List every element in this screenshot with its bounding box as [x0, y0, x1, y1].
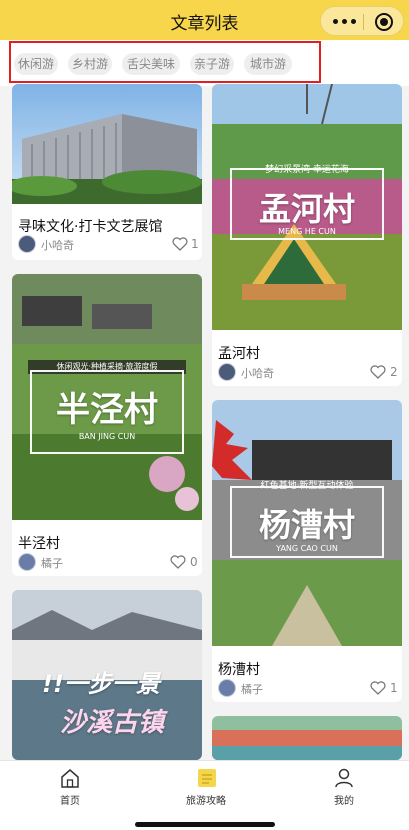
image-pinyin: MENG HE CUN	[278, 227, 336, 236]
article-title: 寻味文化·打卡文艺展馆	[18, 219, 163, 235]
article-author: 小哈奇	[41, 239, 74, 252]
user-icon	[335, 768, 353, 788]
article-card[interactable]: 寻味文化·打卡文艺展馆 小哈奇 1	[12, 84, 202, 260]
heart-icon[interactable]	[370, 681, 386, 695]
more-icon[interactable]	[333, 19, 357, 25]
article-image: 梦幻采景湾·幸运花海 孟河村 MENG HE CUN	[212, 84, 402, 330]
category-bar: 休闲游 乡村游 舌尖美味 亲子游 城市游	[0, 40, 409, 86]
nav-mine-label: 我的	[334, 796, 354, 807]
category-highlight-box	[9, 41, 321, 83]
article-author: 橘子	[241, 683, 263, 696]
mini-program-capsule	[320, 6, 404, 36]
article-image: 休闲观光·种植采摘·旅游度假 半泾村 BAN JING CUN	[12, 274, 202, 520]
article-image: !!一步一景 沙溪古镇	[12, 590, 202, 760]
heart-icon[interactable]	[172, 237, 188, 251]
article-title: 半泾村	[18, 536, 60, 552]
home-icon	[61, 769, 79, 788]
nav-home-label: 首页	[60, 796, 80, 807]
like-count: 2	[390, 365, 398, 379]
like-count: 1	[390, 681, 398, 695]
image-pinyin: YANG CAO CUN	[276, 544, 338, 553]
heart-icon[interactable]	[170, 555, 186, 569]
avatar	[218, 363, 236, 381]
article-image	[12, 84, 202, 204]
article-card[interactable]: !!一步一景 沙溪古镇	[12, 590, 202, 760]
nav-guide[interactable]: 旅游攻略	[138, 761, 274, 817]
article-card[interactable]	[212, 716, 402, 760]
article-title: 杨漕村	[218, 662, 260, 678]
image-town-name: 沙溪古镇	[59, 708, 164, 738]
avatar	[218, 679, 236, 697]
like-count: 1	[191, 237, 199, 251]
article-author: 橘子	[41, 557, 63, 570]
close-target-icon[interactable]	[375, 13, 393, 31]
heart-icon[interactable]	[370, 365, 386, 379]
image-village-name: 半泾村	[56, 390, 158, 430]
image-village-name: 杨漕村	[258, 506, 355, 544]
home-indicator	[135, 822, 275, 827]
article-card[interactable]: 红色基地·新型互动体验 杨漕村 YANG CAO CUN 杨漕村 橘子 1	[212, 400, 402, 702]
article-author: 小哈奇	[241, 367, 274, 380]
nav-guide-label: 旅游攻略	[186, 796, 226, 807]
article-card[interactable]: 休闲观光·种植采摘·旅游度假 半泾村 BAN JING CUN 半泾村 橘子 0	[12, 274, 202, 576]
nav-mine[interactable]: 我的	[276, 761, 409, 817]
bottom-navigation: 首页 旅游攻略 我的	[0, 760, 409, 830]
avatar	[18, 553, 36, 571]
article-image: 红色基地·新型互动体验 杨漕村 YANG CAO CUN	[212, 400, 402, 646]
like-count: 0	[190, 555, 198, 569]
avatar	[18, 235, 36, 253]
image-headline: !!一步一景	[42, 670, 160, 698]
image-village-name: 孟河村	[258, 190, 355, 228]
article-title: 孟河村	[218, 346, 260, 362]
article-card[interactable]: 梦幻采景湾·幸运花海 孟河村 MENG HE CUN 孟河村 小哈奇 2	[212, 84, 402, 386]
nav-home[interactable]: 首页	[2, 761, 138, 817]
image-pinyin: BAN JING CUN	[78, 432, 136, 441]
article-image	[212, 716, 402, 760]
article-list-icon	[198, 769, 216, 787]
capsule-divider	[363, 14, 364, 30]
title-bar: 文章列表	[0, 0, 409, 40]
